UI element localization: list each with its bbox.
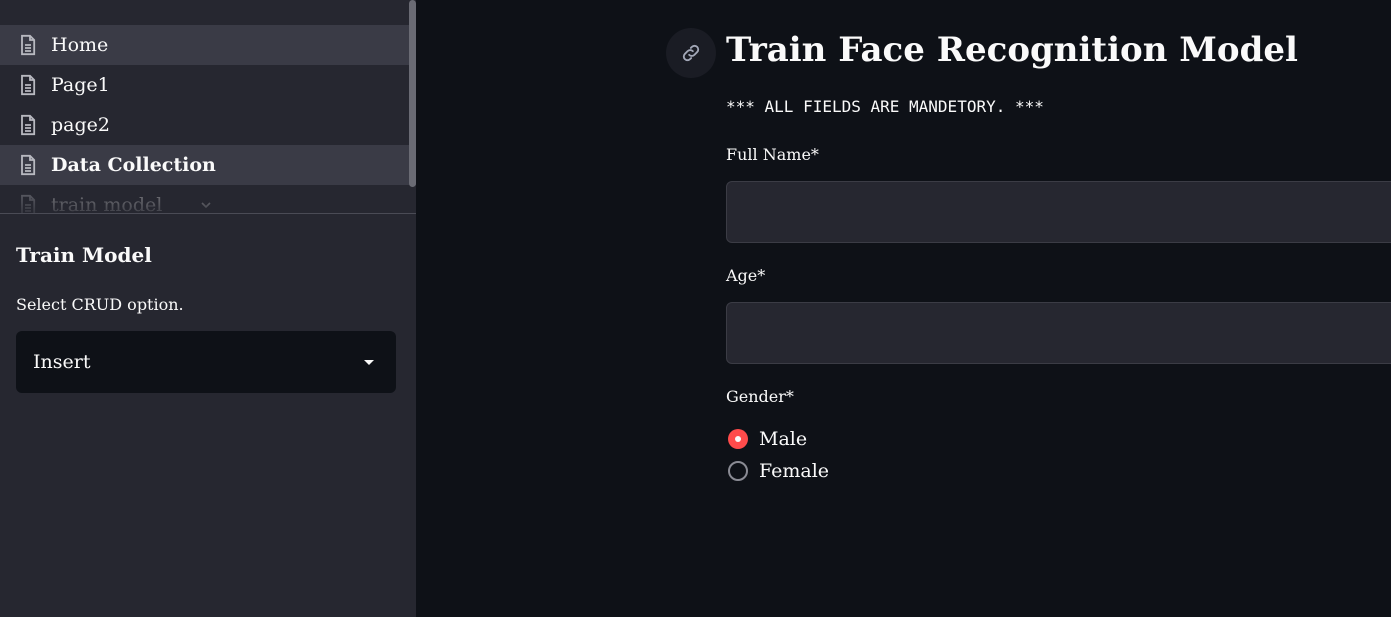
radio-selected[interactable] — [728, 429, 748, 449]
gender-option-male[interactable]: Male — [728, 427, 807, 451]
radio-label: Female — [759, 460, 830, 482]
nav-item-label: Data Collection — [51, 154, 216, 176]
nav-item-label: Page1 — [51, 74, 110, 96]
age-label: Age* — [726, 266, 766, 285]
nav-item-data-collection[interactable]: Data Collection — [0, 145, 416, 185]
nav-item-label: page2 — [51, 114, 110, 136]
document-icon — [21, 74, 36, 96]
nav-item-label: train model — [51, 194, 163, 214]
document-icon — [21, 154, 36, 176]
nav-item-train-model[interactable]: train model — [0, 185, 416, 214]
full-name-label: Full Name* — [726, 145, 819, 164]
header-anchor-button[interactable] — [666, 28, 716, 78]
nav-item-page1[interactable]: Page1 — [0, 65, 416, 105]
link-icon — [682, 44, 700, 62]
sidebar-section-title: Train Model — [16, 243, 152, 267]
nav-item-home[interactable]: Home — [0, 25, 416, 65]
radio-label: Male — [759, 428, 808, 450]
crud-select[interactable]: Insert — [16, 331, 396, 393]
nav-list: Home Page1 page2 Data Collection train m… — [0, 25, 416, 214]
page-title: Train Face Recognition Model — [726, 30, 1298, 70]
crud-select-value: Insert — [33, 351, 91, 373]
sidebar-nav: Home Page1 page2 Data Collection train m… — [0, 0, 416, 214]
gender-label: Gender* — [726, 387, 794, 406]
document-icon — [21, 194, 36, 213]
document-icon — [21, 114, 36, 136]
radio-unselected[interactable] — [728, 461, 748, 481]
gender-option-female[interactable]: Female — [728, 459, 829, 483]
chevron-down-icon[interactable] — [198, 197, 214, 213]
crud-select-label: Select CRUD option. — [16, 295, 184, 314]
nav-item-label: Home — [51, 34, 109, 56]
sidebar: Home Page1 page2 Data Collection train m… — [0, 0, 416, 617]
nav-item-page2[interactable]: page2 — [0, 105, 416, 145]
document-icon — [21, 34, 36, 56]
age-input[interactable] — [726, 302, 1391, 364]
sidebar-scrollbar[interactable] — [409, 0, 416, 187]
full-name-input[interactable] — [726, 181, 1391, 243]
caret-down-icon — [364, 360, 374, 365]
mandatory-notice: *** ALL FIELDS ARE MANDETORY. *** — [726, 97, 1044, 116]
